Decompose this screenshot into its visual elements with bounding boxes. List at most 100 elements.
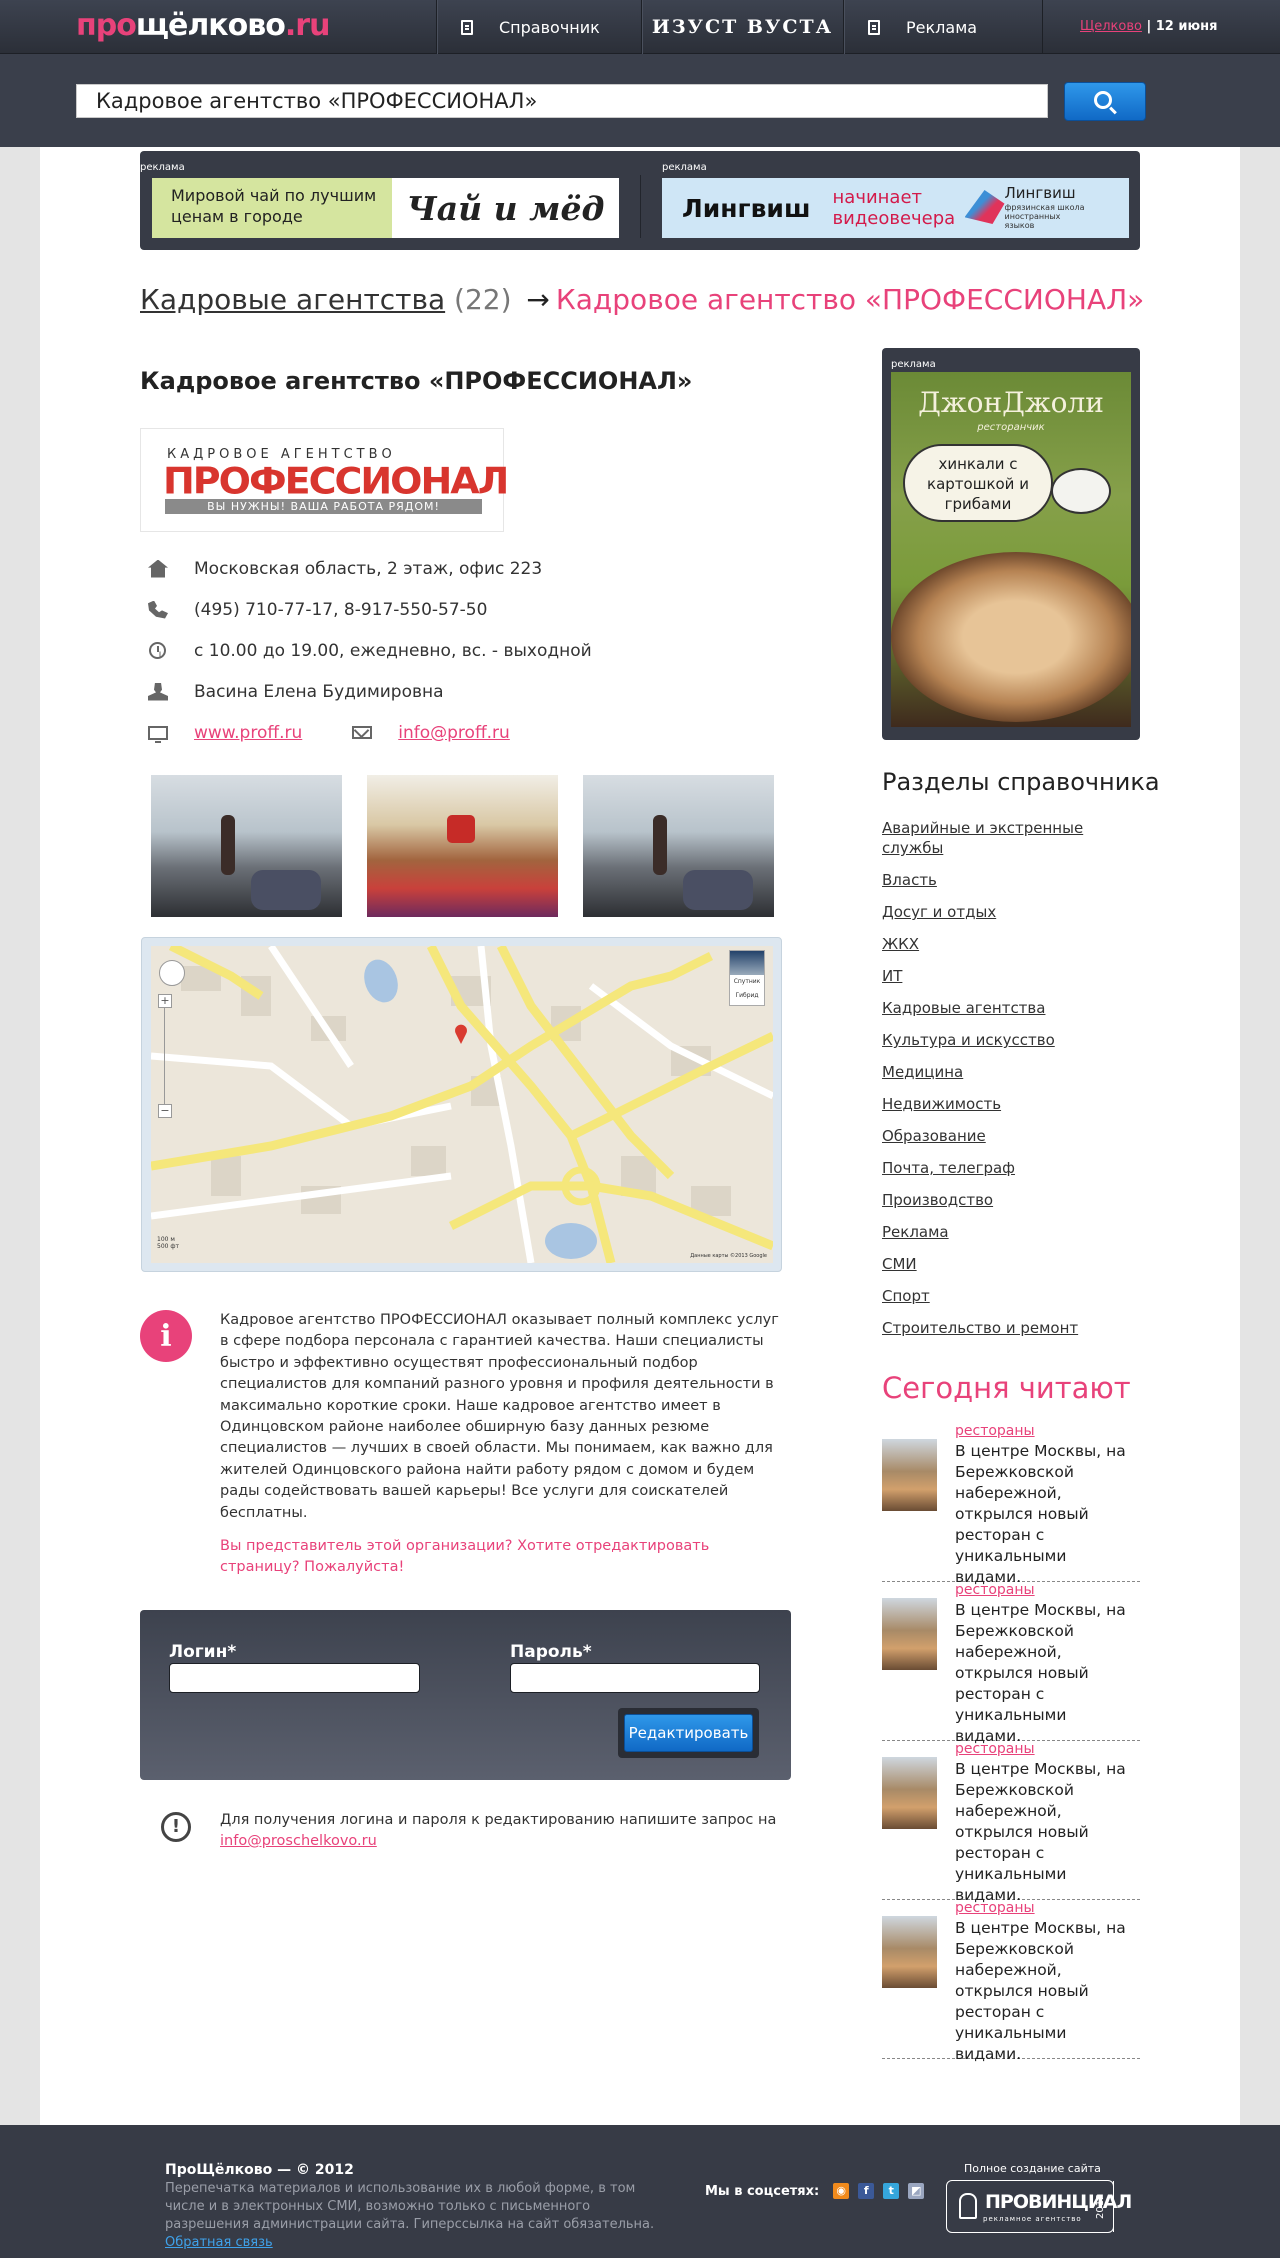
news-item[interactable]: рестораны В центре Москвы, на Бережковск… — [882, 1900, 1140, 2063]
news-item[interactable]: рестораны В центре Москвы, на Бережковск… — [882, 1582, 1140, 1745]
login-note-email[interactable]: info@proschelkovo.ru — [220, 1833, 377, 1849]
agency-year: 2012 — [1087, 2181, 1114, 2232]
search-icon — [1094, 91, 1112, 109]
delicious-icon[interactable]: ◩ — [908, 2183, 925, 2199]
org-logo-slogan: ВЫ НУЖНЫ! ВАША РАБОТА РЯДОМ! — [165, 499, 482, 514]
news-category[interactable]: рестораны — [955, 1900, 1035, 1916]
ad-tea[interactable]: Мировой чай по лучшим ценам в городе Чай… — [152, 178, 619, 238]
login-note-text: Для получения логина и пароля к редактир… — [220, 1812, 777, 1828]
map-pan-control[interactable] — [159, 960, 185, 986]
phone-text: (495) 710-77-17, 8-917-550-57-50 — [194, 599, 488, 620]
phone-row: (495) 710-77-17, 8-917-550-57-50 — [148, 589, 592, 630]
owner-question[interactable]: Вы представитель этой организации? Хотит… — [220, 1536, 790, 1578]
search-button[interactable] — [1064, 82, 1146, 121]
nav-ads[interactable]: Реклама — [843, 0, 1043, 54]
bird-icon — [964, 190, 1005, 224]
facebook-icon[interactable]: f — [858, 2183, 875, 2199]
list-item: Недвижимость — [882, 1094, 1102, 1114]
list-item: Производство — [882, 1190, 1102, 1210]
news-text[interactable]: В центре Москвы, на Бережковской набереж… — [955, 1759, 1135, 1906]
news-category[interactable]: рестораны — [955, 1582, 1035, 1598]
section-link[interactable]: Почта, телеграф — [882, 1159, 1015, 1177]
section-link[interactable]: Кадровые агентства — [882, 999, 1045, 1017]
section-link[interactable]: Медицина — [882, 1063, 963, 1081]
breadcrumb-category[interactable]: Кадровые агентства — [140, 283, 445, 316]
site-logo[interactable]: прощёлково.ru — [76, 8, 331, 43]
section-link[interactable]: Строительство и ремонт — [882, 1319, 1078, 1337]
nav-izust[interactable]: ИЗУСТ ВУСТА — [641, 0, 843, 54]
list-item: Образование — [882, 1126, 1102, 1146]
news-text[interactable]: В центре Москвы, на Бережковской набереж… — [955, 1918, 1135, 2065]
sections-list: Аварийные и экстренные службы Власть Дос… — [882, 818, 1102, 1350]
map-layer-satellite[interactable]: Спутник — [730, 975, 764, 989]
breadcrumb-count: (22) — [454, 283, 512, 316]
news-thumbnail[interactable] — [882, 1439, 937, 1511]
ad-lingvish-logo: Лингвиш — [682, 193, 811, 223]
news-item[interactable]: рестораны В центре Москвы, на Бережковск… — [882, 1423, 1140, 1586]
news-item[interactable]: рестораны В центре Москвы, на Бережковск… — [882, 1741, 1140, 1904]
rss-icon[interactable]: ◉ — [833, 2183, 850, 2199]
news-category[interactable]: рестораны — [955, 1423, 1035, 1439]
section-link[interactable]: Аварийные и экстренные службы — [882, 819, 1083, 857]
map-layer-switcher[interactable]: Спутник Гибрид — [729, 950, 765, 1006]
login-note: Для получения логина и пароля к редактир… — [220, 1810, 790, 1852]
top-nav: Справочник ИЗУСТ ВУСТА Реклама — [436, 0, 1043, 54]
ad-label: реклама — [891, 359, 936, 370]
section-link[interactable]: Реклама — [882, 1223, 949, 1241]
password-field[interactable] — [510, 1663, 760, 1693]
agency-emblem-icon — [959, 2193, 977, 2219]
agency-logo[interactable]: ПРОВИНЦИАЛ рекламное агентство 2012 — [946, 2180, 1132, 2233]
logo-suffix: .ru — [284, 8, 331, 43]
ad-lingvish[interactable]: Лингвиш начинает видеовечера Лингвиш фря… — [662, 178, 1129, 238]
city-link[interactable]: Щелково — [1080, 19, 1142, 34]
zoom-in-icon[interactable]: + — [158, 994, 172, 1008]
section-link[interactable]: Производство — [882, 1191, 993, 1209]
top-bar: прощёлково.ru Справочник ИЗУСТ ВУСТА Рек… — [0, 0, 1280, 54]
website-link[interactable]: www.proff.ru — [194, 723, 302, 743]
section-link[interactable]: Власть — [882, 871, 937, 889]
twitter-icon[interactable]: t — [883, 2183, 900, 2199]
gallery-photo[interactable] — [583, 775, 774, 917]
social-label: Мы в соцсетях: — [705, 2183, 820, 2199]
map-zoom-slider[interactable]: + − — [158, 994, 178, 1118]
section-link[interactable]: Образование — [882, 1127, 986, 1145]
news-category[interactable]: рестораны — [955, 1741, 1035, 1757]
news-thumbnail[interactable] — [882, 1916, 937, 1988]
section-link[interactable]: Культура и искусство — [882, 1031, 1055, 1049]
mail-icon — [352, 726, 373, 739]
section-link[interactable]: Недвижимость — [882, 1095, 1001, 1113]
org-logo: КАДРОВОЕ АГЕНТСТВО ПРОФЕССИОНАЛ ВЫ НУЖНЫ… — [140, 428, 509, 532]
news-text[interactable]: В центре Москвы, на Бережковской набереж… — [955, 1441, 1135, 1588]
section-link[interactable]: Спорт — [882, 1287, 930, 1305]
gallery-photo[interactable] — [367, 775, 558, 917]
news-text[interactable]: В центре Москвы, на Бережковской набереж… — [955, 1600, 1135, 1747]
section-link[interactable]: СМИ — [882, 1255, 917, 1273]
ad-divider — [640, 175, 641, 238]
ad-label: реклама — [140, 162, 185, 173]
edit-button[interactable]: Редактировать — [624, 1714, 753, 1752]
org-logo-main: ПРОФЕССИОНАЛ — [163, 460, 509, 502]
gallery-photo[interactable] — [151, 775, 342, 917]
news-thumbnail[interactable] — [882, 1598, 937, 1670]
hours-row: с 10.00 до 19.00, ежедневно, вс. - выход… — [148, 630, 592, 671]
email-link[interactable]: info@proff.ru — [398, 723, 510, 743]
section-link[interactable]: Досуг и отдых — [882, 903, 996, 921]
footer: ПроЩёлково — © 2012 Перепечатка материал… — [0, 2125, 1280, 2258]
feedback-link[interactable]: Обратная связь — [165, 2235, 273, 2250]
section-link[interactable]: ИТ — [882, 967, 902, 985]
sidebar-ad[interactable]: реклама ДжонДжоли ресторанчик хинкали с … — [882, 348, 1140, 740]
nav-directory[interactable]: Справочник — [436, 0, 641, 54]
ad-lingvish-text: начинает видеовечера — [832, 187, 956, 229]
org-description: Кадровое агентство ПРОФЕССИОНАЛ оказывае… — [220, 1312, 779, 1521]
map-frame: + − Спутник Гибрид 100 м 500 фт Данные кар… — [141, 937, 782, 1272]
list-item: Кадровые агентства — [882, 998, 1102, 1018]
search-input[interactable] — [76, 84, 1048, 118]
address-row: Московская область, 2 этаж, офис 223 — [148, 548, 592, 589]
page-title: Кадровое агентство «ПРОФЕССИОНАЛ» — [140, 367, 693, 395]
news-thumbnail[interactable] — [882, 1757, 937, 1829]
map[interactable]: + − Спутник Гибрид 100 м 500 фт Данные кар… — [151, 946, 773, 1263]
section-link[interactable]: ЖКХ — [882, 935, 919, 953]
zoom-out-icon[interactable]: − — [158, 1104, 172, 1118]
login-field[interactable] — [169, 1663, 420, 1693]
map-layer-hybrid[interactable]: Гибрид — [730, 989, 764, 1003]
